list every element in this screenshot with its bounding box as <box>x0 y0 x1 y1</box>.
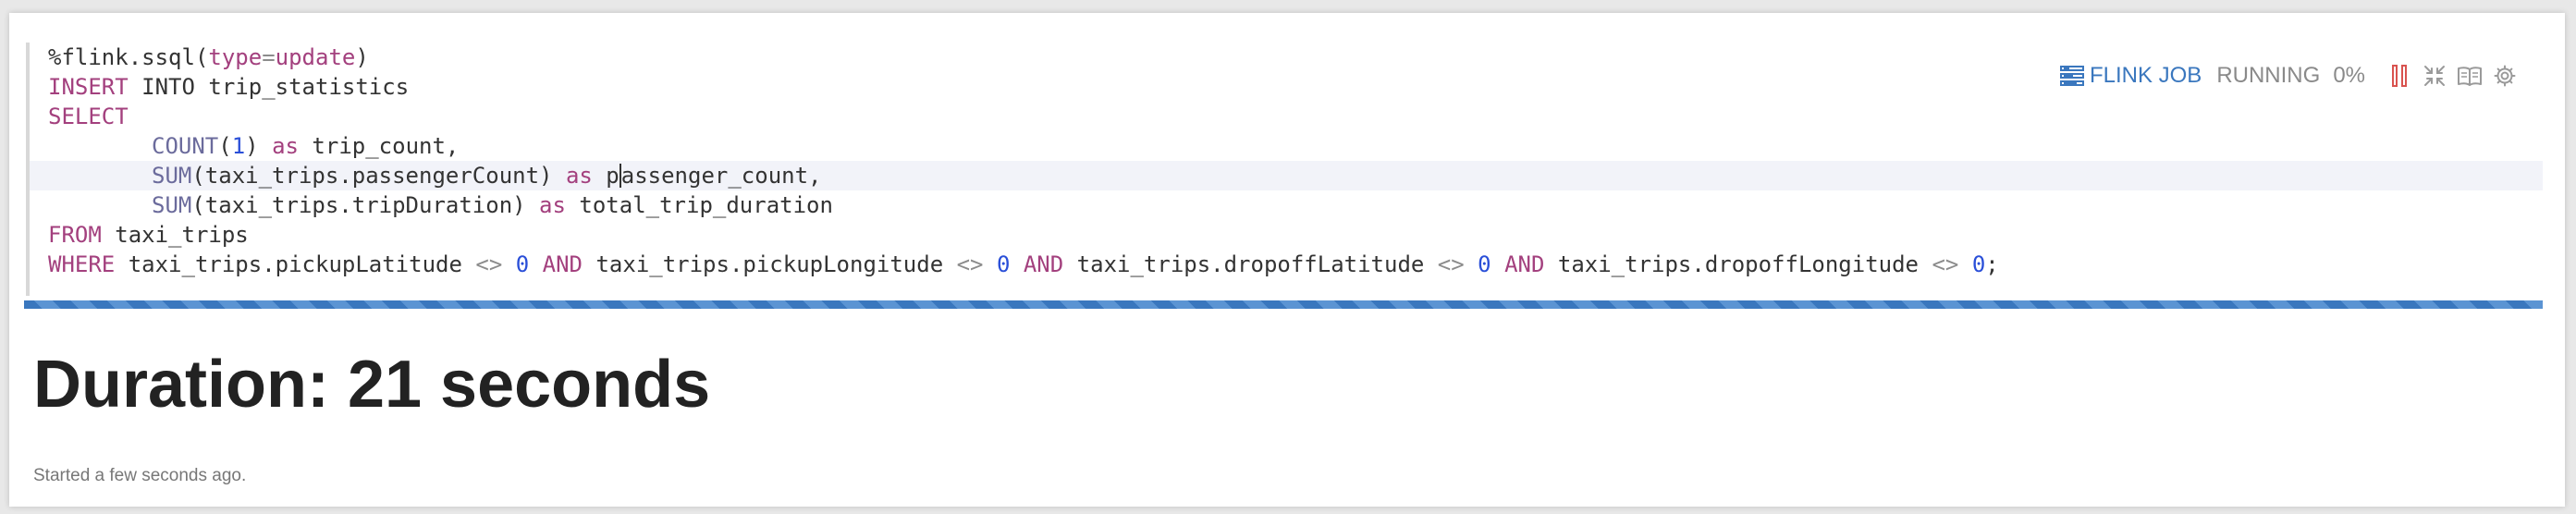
cancel-icon <box>2392 65 2407 87</box>
code-token: (taxi_trips.tripDuration) <box>191 192 540 218</box>
code-token: INTO trip_statistics <box>128 74 410 100</box>
collapse-button[interactable] <box>2421 62 2448 90</box>
code-token: SUM <box>152 192 192 218</box>
duration-heading: Duration: 21 seconds <box>33 348 711 422</box>
code-token: update <box>275 44 356 70</box>
code-token: ; <box>1985 251 1999 277</box>
code-token: (taxi_trips.passengerCount) <box>191 163 566 189</box>
code-token: <> <box>1932 251 1959 277</box>
paragraph-toolbar: FLINK JOB RUNNING 0% <box>2059 61 2519 91</box>
code-line[interactable]: WHERE taxi_trips.pickupLatitude <> 0 AND… <box>30 250 2543 279</box>
code-token: SUM <box>152 163 192 189</box>
code-token: as <box>565 163 593 189</box>
code-token: AND <box>1023 251 1064 277</box>
code-line[interactable]: SELECT <box>30 102 2543 131</box>
code-token: AND <box>542 251 583 277</box>
code-token: %flink.ssql( <box>48 44 209 70</box>
code-token: <> <box>1437 251 1465 277</box>
code-token: 0 <box>1971 251 1986 277</box>
progress-bar <box>24 300 2543 309</box>
started-caption: Started a few seconds ago. <box>33 466 247 485</box>
code-token: FROM <box>48 222 102 248</box>
code-line[interactable]: SUM(taxi_trips.tripDuration) as total_tr… <box>30 190 2543 220</box>
job-progress-percent: 0% <box>2333 63 2365 88</box>
code-token: p <box>592 163 619 189</box>
code-token: type <box>208 44 263 70</box>
job-status: RUNNING <box>2216 63 2321 88</box>
code-token: total_trip_duration <box>565 192 833 218</box>
settings-button[interactable] <box>2491 62 2519 90</box>
job-list-icon <box>2059 66 2084 86</box>
code-token: as <box>272 133 299 159</box>
code-token: COUNT <box>152 133 219 159</box>
paragraph-container: %flink.ssql(type=update) INSERT INTO trip… <box>9 13 2565 507</box>
code-token: trip_count, <box>298 133 460 159</box>
collapse-icon <box>2424 66 2445 86</box>
code-token: taxi_trips.pickupLongitude <box>583 251 957 277</box>
code-token: assenger_count, <box>620 163 822 189</box>
code-token: ) <box>355 44 369 70</box>
code-line[interactable]: FROM taxi_trips <box>30 220 2543 250</box>
code-token: <> <box>475 251 503 277</box>
code-token: = <box>262 44 276 70</box>
cancel-button[interactable] <box>2386 62 2413 90</box>
code-token: 0 <box>996 251 1011 277</box>
code-token: taxi_trips.pickupLatitude <box>115 251 476 277</box>
code-token: AND <box>1504 251 1545 277</box>
code-token: taxi_trips <box>101 222 249 248</box>
code-token: 0 <box>515 251 530 277</box>
code-token: <> <box>956 251 984 277</box>
code-token: 1 <box>231 133 246 159</box>
code-token: WHERE <box>48 251 116 277</box>
toggle-editor-button[interactable] <box>2456 62 2484 90</box>
code-line[interactable]: SUM(taxi_trips.passengerCount) as passen… <box>30 161 2543 190</box>
code-token: taxi_trips.dropoffLongitude <box>1544 251 1932 277</box>
code-line[interactable]: COUNT(1) as trip_count, <box>30 131 2543 161</box>
flink-job-link[interactable]: FLINK JOB <box>2059 63 2202 89</box>
code-token: taxi_trips.dropoffLatitude <box>1063 251 1438 277</box>
flink-job-label: FLINK JOB <box>2089 63 2202 88</box>
code-token: 0 <box>1478 251 1491 277</box>
book-icon <box>2458 67 2482 86</box>
gear-icon <box>2494 65 2516 87</box>
code-token: SELECT <box>48 104 129 129</box>
code-token: as <box>539 192 566 218</box>
code-token: INSERT <box>48 74 129 100</box>
code-token: ( <box>218 133 232 159</box>
code-token: ) <box>245 133 273 159</box>
